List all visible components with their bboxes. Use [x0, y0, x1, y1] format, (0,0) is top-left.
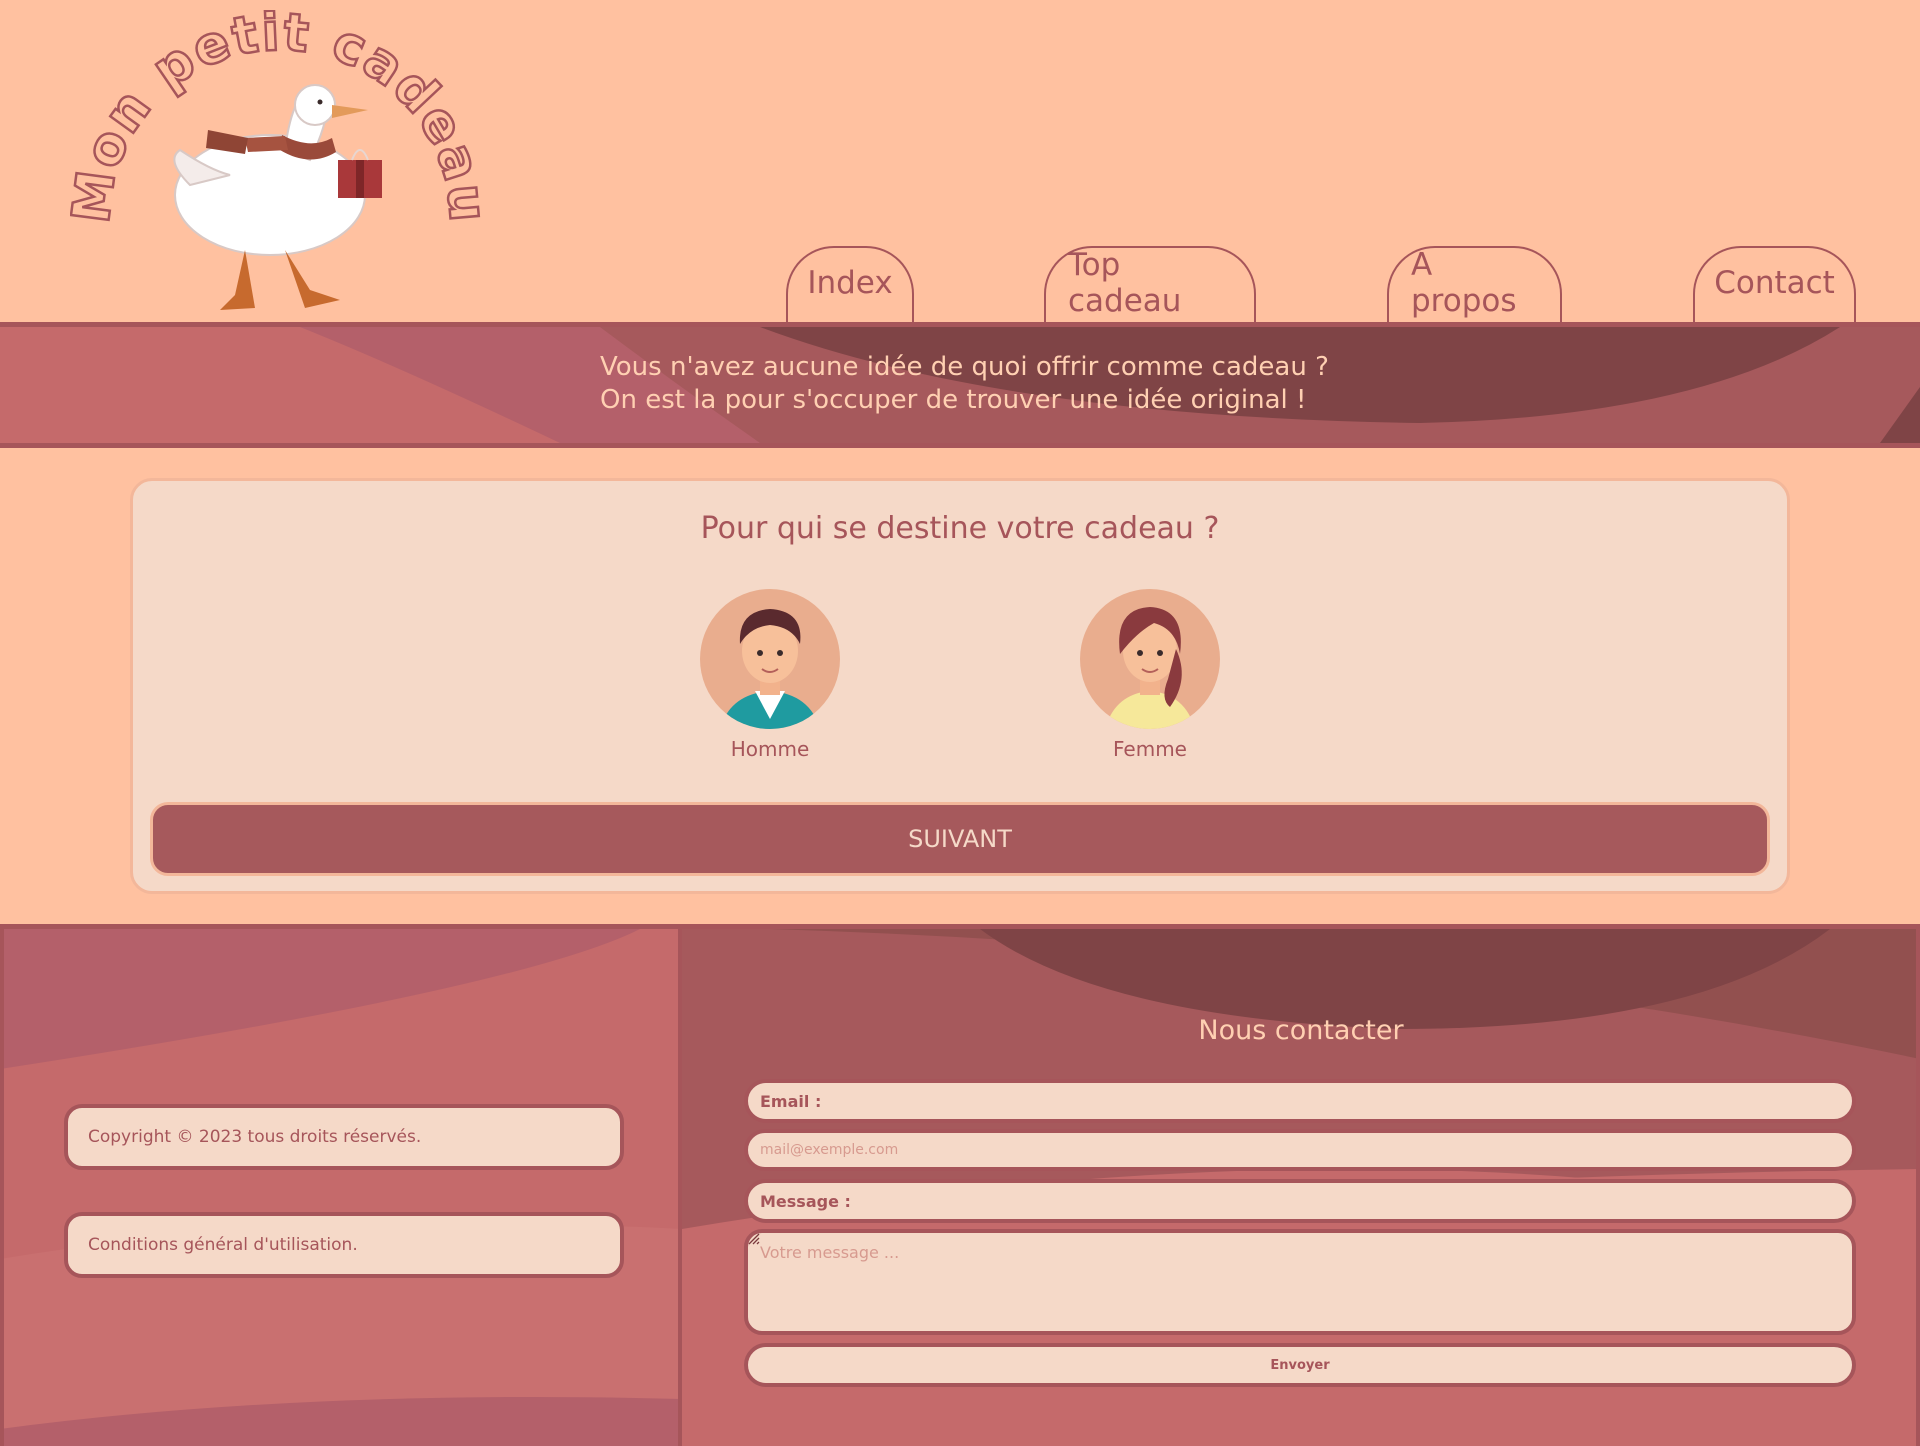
- goose-illustration: [173, 84, 382, 310]
- question-title: Pour qui se destine votre cadeau ?: [700, 511, 1220, 546]
- message-label: Message :: [744, 1179, 1856, 1223]
- nav-top-cadeau[interactable]: Top cadeau: [1044, 246, 1256, 324]
- nav-a-propos[interactable]: A propos: [1387, 246, 1562, 324]
- contact-title: Nous contacter: [1198, 1015, 1404, 1046]
- gift-target-card: Pour qui se destine votre cadeau ? Homme: [130, 478, 1790, 894]
- choice-homme[interactable]: Homme: [690, 589, 850, 761]
- copyright-text: Copyright © 2023 tous droits réservés.: [88, 1127, 422, 1147]
- next-button[interactable]: SUIVANT: [150, 802, 1770, 876]
- choice-homme-label: Homme: [730, 737, 810, 761]
- banner-line-1: Vous n'avez aucune idée de quoi offrir c…: [600, 352, 1329, 382]
- woman-avatar-icon: [1080, 589, 1220, 729]
- footer-info-column: Copyright © 2023 tous droits réservés. C…: [0, 929, 682, 1446]
- hero-banner: Vous n'avez aucune idée de quoi offrir c…: [0, 322, 1920, 448]
- choice-femme[interactable]: Femme: [1070, 589, 1230, 761]
- man-avatar-icon: [700, 589, 840, 729]
- logo[interactable]: Mon petit cadeau: [70, 10, 500, 325]
- cgu-box[interactable]: Conditions général d'utilisation.: [64, 1212, 624, 1278]
- nav-contact[interactable]: Contact: [1693, 246, 1856, 324]
- site-header: Mon petit cadeau Index Top cadeau A prop…: [0, 0, 1920, 325]
- send-button[interactable]: Envoyer: [744, 1343, 1856, 1387]
- resize-grip-icon[interactable]: [748, 1233, 760, 1245]
- cgu-link[interactable]: Conditions général d'utilisation.: [88, 1235, 358, 1255]
- copyright-box: Copyright © 2023 tous droits réservés.: [64, 1104, 624, 1170]
- message-placeholder: Votre message ...: [760, 1243, 900, 1262]
- choice-femme-label: Femme: [1113, 737, 1187, 761]
- banner-text: Vous n'avez aucune idée de quoi offrir c…: [600, 351, 1329, 417]
- banner-line-2: On est la pour s'occuper de trouver une …: [600, 385, 1307, 415]
- email-field[interactable]: mail@exemple.com: [744, 1129, 1856, 1171]
- email-label: Email :: [744, 1079, 1856, 1123]
- contact-form-column: Nous contacter Email : mail@exemple.com …: [682, 929, 1920, 1446]
- nav-index[interactable]: Index: [786, 246, 914, 324]
- message-textarea[interactable]: Votre message ...: [744, 1229, 1856, 1335]
- site-footer: Copyright © 2023 tous droits réservés. C…: [0, 924, 1920, 1446]
